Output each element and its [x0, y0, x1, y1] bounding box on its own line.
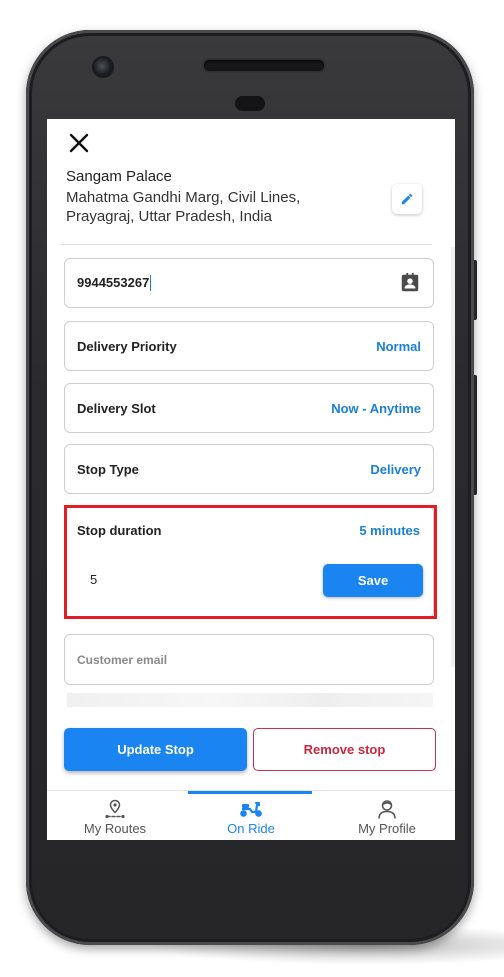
earpiece-speaker	[204, 60, 324, 71]
stop-address: Mahatma Gandhi Marg, Civil Lines, Prayag…	[66, 189, 301, 225]
tab-my-routes-label: My Routes	[83, 820, 147, 836]
stop-type-value: Delivery	[370, 461, 421, 477]
customer-email-field[interactable]: Customer email	[64, 634, 434, 685]
stop-type-label: Stop Type	[77, 461, 139, 477]
front-camera	[94, 58, 112, 76]
phone-number-value-wrap: 9944553267	[77, 274, 152, 292]
stop-duration-section: Stop duration 5 minutes 5 Save	[64, 506, 434, 618]
stop-duration-input[interactable]: 5	[90, 572, 97, 587]
edit-address-button[interactable]	[392, 184, 422, 214]
delivery-priority-field[interactable]: Delivery Priority Normal	[64, 321, 434, 371]
map-preview-strip	[67, 693, 433, 707]
proximity-sensor	[235, 96, 265, 111]
close-button[interactable]	[67, 131, 91, 155]
text-cursor	[150, 275, 152, 292]
delivery-priority-label: Delivery Priority	[77, 338, 177, 354]
bottom-tab-bar: My Routes On Ride My Profile	[47, 790, 455, 840]
stop-duration-label: Stop duration	[77, 523, 162, 538]
pencil-icon	[401, 193, 413, 205]
phone-number-value: 9944553267	[77, 274, 150, 290]
route-pin-icon	[105, 799, 125, 818]
tab-on-ride[interactable]: On Ride	[183, 794, 319, 840]
app-screen: Sangam Palace Mahatma Gandhi Marg, Civil…	[47, 119, 455, 840]
delivery-slot-label: Delivery Slot	[77, 400, 156, 416]
delivery-slot-value: Now - Anytime	[331, 400, 421, 416]
tab-on-ride-label: On Ride	[227, 820, 275, 836]
tab-my-profile-label: My Profile	[358, 820, 416, 836]
header-divider	[60, 244, 432, 245]
phone-number-field[interactable]: 9944553267	[64, 258, 434, 308]
contact-card-icon[interactable]	[399, 272, 421, 294]
tab-my-routes[interactable]: My Routes	[47, 794, 183, 840]
stop-name: Sangam Palace	[66, 168, 172, 185]
customer-email-placeholder: Customer email	[77, 652, 168, 667]
delivery-slot-field[interactable]: Delivery Slot Now - Anytime	[64, 383, 434, 433]
stop-type-field[interactable]: Stop Type Delivery	[64, 444, 434, 494]
person-icon	[378, 799, 396, 819]
tab-my-profile[interactable]: My Profile	[319, 794, 455, 840]
close-icon	[69, 133, 89, 153]
scooter-icon	[240, 801, 262, 817]
delivery-priority-value: Normal	[376, 338, 421, 354]
update-stop-button[interactable]: Update Stop	[64, 728, 247, 771]
stop-duration-value: 5 minutes	[359, 523, 420, 538]
save-duration-button[interactable]: Save	[323, 564, 423, 597]
remove-stop-button[interactable]: Remove stop	[253, 728, 436, 771]
